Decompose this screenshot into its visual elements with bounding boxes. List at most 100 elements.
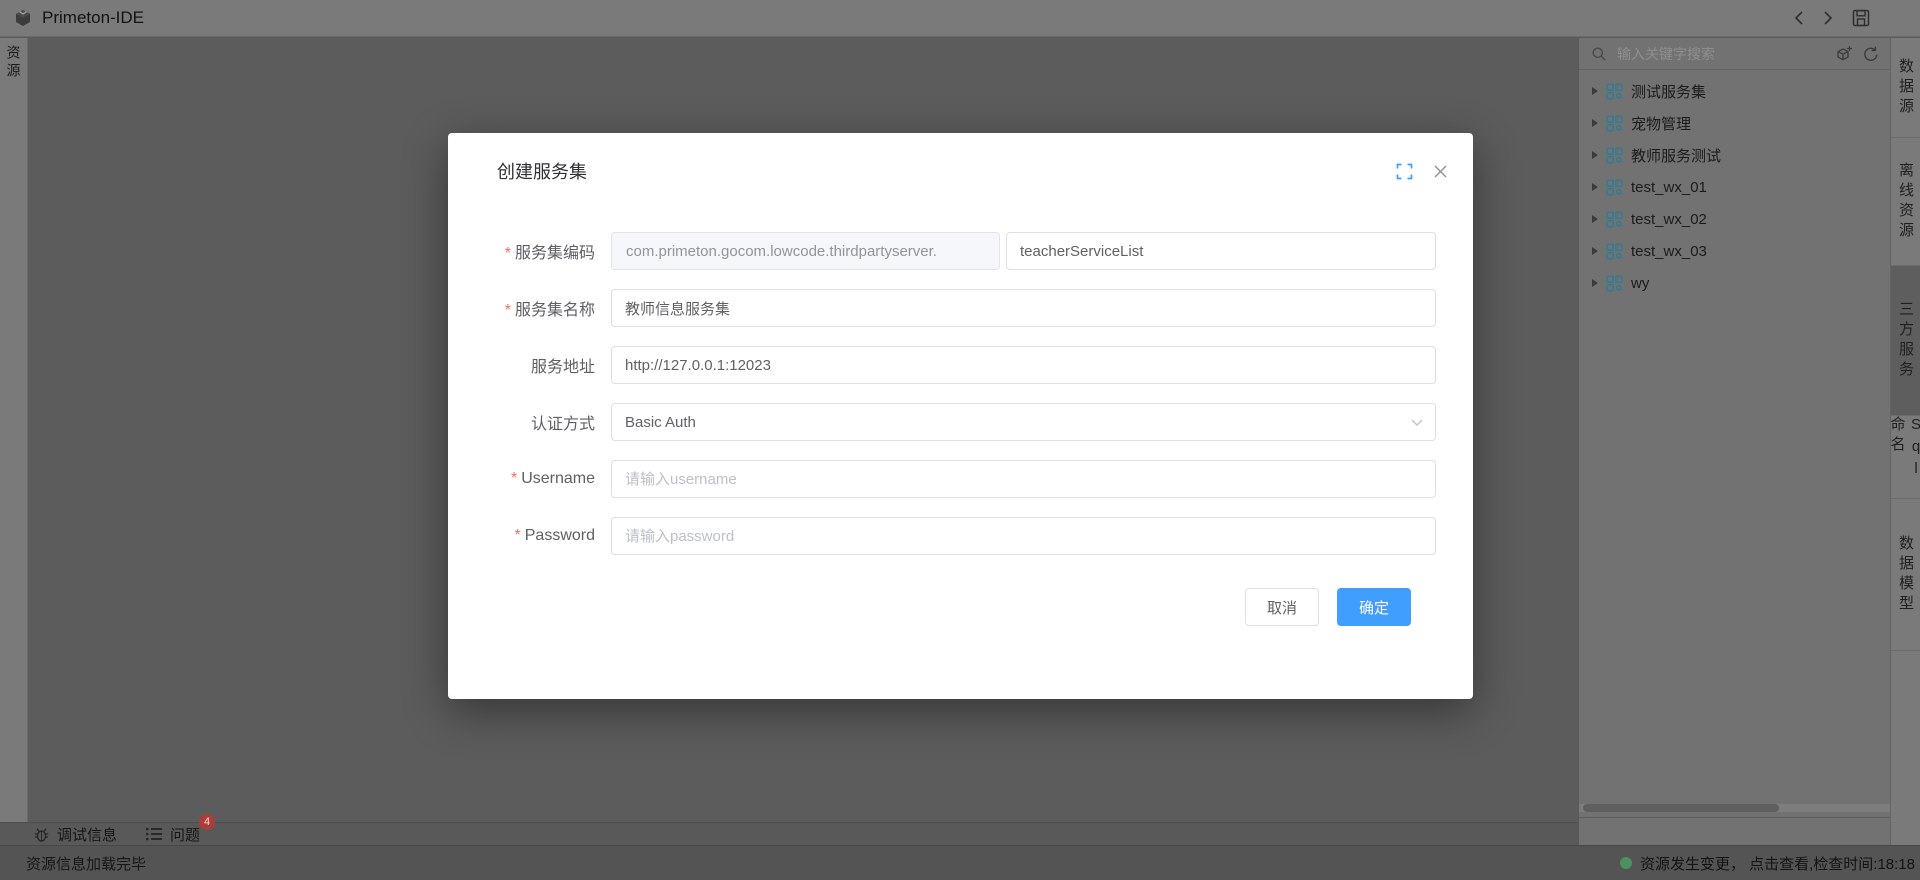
field-label-code: 服务集编码 xyxy=(515,245,595,262)
field-label-username: Username xyxy=(521,470,595,487)
tab-resources[interactable]: 资源 xyxy=(4,38,24,822)
form-row-username: *Username xyxy=(485,460,1436,498)
left-tab-strip: 资源 xyxy=(0,38,28,822)
required-marker: * xyxy=(505,245,511,262)
service-tree-panel: 测试服务集 宠物管理 教师服务测试 test_wx_01 test_wx_02 xyxy=(1578,38,1890,845)
tab-data-model[interactable]: 数据模型 xyxy=(1891,499,1920,651)
caret-right-icon[interactable] xyxy=(1592,279,1598,287)
tree-item-label: wy xyxy=(1631,275,1649,292)
refresh-icon[interactable] xyxy=(1862,45,1880,63)
debug-info-label: 调试信息 xyxy=(57,824,117,845)
field-label-name: 服务集名称 xyxy=(515,302,595,319)
caret-right-icon[interactable] xyxy=(1592,119,1598,127)
tree-item-label: 测试服务集 xyxy=(1631,81,1706,102)
dialog-footer: 取消 确定 xyxy=(485,574,1436,626)
tree-toolbar xyxy=(1835,45,1880,63)
caret-right-icon[interactable] xyxy=(1592,247,1598,255)
app-window: Primeton-IDE 资源 xyxy=(0,0,1920,880)
confirm-button[interactable]: 确定 xyxy=(1337,588,1411,626)
tree-item[interactable]: test_wx_01 xyxy=(1579,171,1890,203)
tab-offline-resources[interactable]: 离线资源 xyxy=(1891,138,1920,266)
dialog-title: 创建服务集 xyxy=(497,160,587,185)
service-set-icon xyxy=(1606,243,1623,260)
service-set-tree: 测试服务集 宠物管理 教师服务测试 test_wx_01 test_wx_02 xyxy=(1579,70,1890,299)
caret-right-icon[interactable] xyxy=(1592,183,1598,191)
tree-item-label: 宠物管理 xyxy=(1631,113,1691,134)
search-input[interactable] xyxy=(1615,45,1827,63)
tree-item[interactable]: 测试服务集 xyxy=(1579,75,1890,107)
required-marker: * xyxy=(505,302,511,319)
app-title: Primeton-IDE xyxy=(42,8,144,28)
tree-item[interactable]: test_wx_03 xyxy=(1579,235,1890,267)
service-set-icon xyxy=(1606,147,1623,164)
app-logo-icon xyxy=(13,8,33,28)
required-marker: * xyxy=(511,470,517,487)
field-label-address: 服务地址 xyxy=(531,359,595,376)
problems-button[interactable]: 问题 4 xyxy=(145,824,200,845)
titlebar-actions xyxy=(1794,9,1870,27)
create-service-set-dialog: 创建服务集 *服务集编码 com.primeton.gocom.lowcode.… xyxy=(448,133,1473,699)
right-tab-strip: 数据源 离线资源 三方服务 命名Sql 数据模型 xyxy=(1890,38,1920,845)
tree-item[interactable]: 宠物管理 xyxy=(1579,107,1890,139)
tab-datasource[interactable]: 数据源 xyxy=(1891,38,1920,138)
tree-item-label: test_wx_01 xyxy=(1631,179,1707,196)
tree-item-label: 教师服务测试 xyxy=(1631,145,1721,166)
code-prefix-addon: com.primeton.gocom.lowcode.thirdpartyser… xyxy=(611,232,1000,270)
code-input[interactable] xyxy=(1006,232,1436,270)
cancel-button[interactable]: 取消 xyxy=(1245,588,1319,626)
bottom-panel-bar: 调试信息 问题 4 xyxy=(0,822,1578,845)
debug-info-button[interactable]: 调试信息 xyxy=(33,824,117,845)
panel-divider xyxy=(1579,817,1890,818)
name-input[interactable] xyxy=(611,289,1436,327)
resource-change-notice[interactable]: 资源发生变更， 点击查看,检查时间:18:18 xyxy=(1620,853,1915,874)
tab-strip-empty xyxy=(1891,651,1920,845)
tree-item[interactable]: 教师服务测试 xyxy=(1579,139,1890,171)
form-row-name: *服务集名称 xyxy=(485,289,1436,327)
service-set-icon xyxy=(1606,83,1623,100)
search-icon xyxy=(1591,46,1607,62)
auth-type-select[interactable] xyxy=(611,403,1436,441)
caret-right-icon[interactable] xyxy=(1592,215,1598,223)
service-set-icon xyxy=(1606,179,1623,196)
field-label-auth: 认证方式 xyxy=(531,416,595,433)
add-service-set-icon[interactable] xyxy=(1835,45,1853,63)
dialog-header: 创建服务集 xyxy=(448,133,1473,185)
form-row-address: 服务地址 xyxy=(485,346,1436,384)
title-bar: Primeton-IDE xyxy=(0,0,1920,37)
status-bar: 资源信息加载完毕 资源发生变更， 点击查看,检查时间:18:18 xyxy=(0,845,1920,880)
scrollbar-thumb[interactable] xyxy=(1583,804,1779,812)
problems-label: 问题 xyxy=(170,824,200,845)
form-row-auth: 认证方式 xyxy=(485,403,1436,441)
required-marker: * xyxy=(515,527,521,544)
service-address-input[interactable] xyxy=(611,346,1436,384)
fullscreen-icon[interactable] xyxy=(1396,163,1413,180)
dialog-form: *服务集编码 com.primeton.gocom.lowcode.thirdp… xyxy=(448,185,1473,626)
resource-change-text: 资源发生变更， 点击查看,检查时间:18:18 xyxy=(1640,853,1915,874)
tree-item-label: test_wx_02 xyxy=(1631,211,1707,228)
tree-item[interactable]: test_wx_02 xyxy=(1579,203,1890,235)
nav-forward-icon[interactable] xyxy=(1823,10,1833,26)
problems-count-badge: 4 xyxy=(199,814,215,830)
status-message: 资源信息加载完毕 xyxy=(26,853,146,874)
horizontal-scrollbar[interactable] xyxy=(1579,804,1890,812)
password-input[interactable] xyxy=(611,517,1436,555)
tab-thirdparty-services[interactable]: 三方服务 xyxy=(1891,266,1920,416)
username-input[interactable] xyxy=(611,460,1436,498)
form-row-password: *Password xyxy=(485,517,1436,555)
tree-item-label: test_wx_03 xyxy=(1631,243,1707,260)
tab-named-sql[interactable]: 命名Sql xyxy=(1891,416,1920,499)
caret-right-icon[interactable] xyxy=(1592,151,1598,159)
service-set-icon xyxy=(1606,211,1623,228)
field-label-password: Password xyxy=(525,527,595,544)
tree-search-row xyxy=(1579,38,1890,70)
debug-icon xyxy=(33,826,50,843)
status-dot-icon xyxy=(1620,857,1632,869)
tree-item[interactable]: wy xyxy=(1579,267,1890,299)
nav-back-icon[interactable] xyxy=(1794,10,1804,26)
service-set-icon xyxy=(1606,275,1623,292)
form-row-code: *服务集编码 com.primeton.gocom.lowcode.thirdp… xyxy=(485,232,1436,270)
service-set-icon xyxy=(1606,115,1623,132)
save-icon[interactable] xyxy=(1852,9,1870,27)
caret-right-icon[interactable] xyxy=(1592,87,1598,95)
close-icon[interactable] xyxy=(1433,164,1448,179)
